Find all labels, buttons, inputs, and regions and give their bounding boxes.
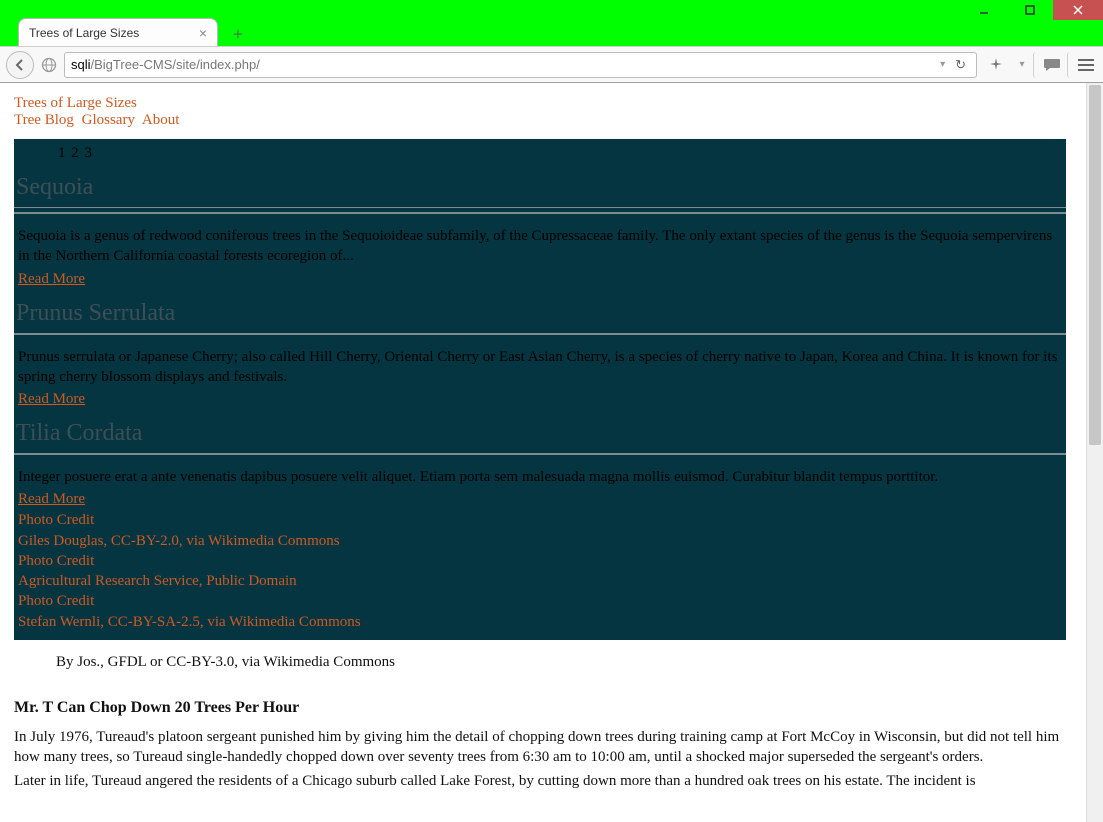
article-body: In July 1976, Tureaud's platoon sergeant… xyxy=(14,727,1066,792)
reload-button[interactable]: ↻ xyxy=(951,57,970,73)
url-right-controls: ▾ ↻ xyxy=(940,57,970,73)
url-input[interactable]: sqli/BigTree-CMS/site/index.php/ ▾ ↻ xyxy=(64,52,977,78)
minimize-button[interactable] xyxy=(961,0,1007,20)
article-title: Mr. T Can Chop Down 20 Trees Per Hour xyxy=(14,679,1066,727)
slide-desc: Integer posuere erat a ante venenatis da… xyxy=(16,463,1064,489)
tab-bar: Trees of Large Sizes × + xyxy=(18,18,250,46)
slide-desc: Sequoia is a genus of redwood coniferous… xyxy=(16,222,1064,269)
pager-3[interactable]: 3 xyxy=(85,145,93,161)
url-text: sqli/BigTree-CMS/site/index.php/ xyxy=(71,57,260,72)
read-more-link[interactable]: Read More xyxy=(16,489,87,510)
nav-tree-blog[interactable]: Tree Blog xyxy=(14,112,74,128)
read-more-link[interactable]: Read More xyxy=(16,269,87,290)
scroll-thumb[interactable] xyxy=(1089,85,1101,445)
photo-credit-link[interactable]: Giles Douglas, CC-BY-2.0, via Wikimedia … xyxy=(18,533,340,549)
slide-title: Sequoia xyxy=(14,166,1066,208)
photo-credit-link[interactable]: Stefan Wernli, CC-BY-SA-2.5, via Wikimed… xyxy=(18,614,361,630)
chevron-down-icon: ▾ xyxy=(1019,59,1024,70)
site-identity-icon[interactable] xyxy=(38,54,60,76)
slide-desc: Prunus serrulata or Japanese Cherry; als… xyxy=(16,343,1064,390)
back-button[interactable] xyxy=(6,51,34,79)
maximize-button[interactable] xyxy=(1007,0,1053,20)
hamburger-icon xyxy=(1078,59,1094,71)
globe-icon xyxy=(41,57,57,73)
page-content: Trees of Large Sizes Tree Blog Glossary … xyxy=(0,83,1086,822)
feature-slider: 1 2 3 Sequoia Sequoia is a genus of redw… xyxy=(14,139,1066,640)
photo-credit-label: Photo Credit xyxy=(16,551,1064,571)
photo-credit-label: Photo Credit xyxy=(16,510,1064,530)
sparkle-icon xyxy=(988,57,1004,73)
maximize-icon xyxy=(1025,5,1035,15)
new-tab-button[interactable]: + xyxy=(226,22,250,46)
article-paragraph: In July 1976, Tureaud's platoon sergeant… xyxy=(14,727,1066,768)
site-title-link[interactable]: Trees of Large Sizes xyxy=(14,95,137,111)
nav-about[interactable]: About xyxy=(142,112,180,128)
image-caption: By Jos., GFDL or CC-BY-3.0, via Wikimedi… xyxy=(14,640,1066,679)
main-nav: Tree Blog Glossary About xyxy=(14,112,1066,129)
minimize-icon xyxy=(979,5,989,15)
browser-tab[interactable]: Trees of Large Sizes × xyxy=(18,18,218,46)
addon-button[interactable] xyxy=(981,52,1011,78)
nav-glossary[interactable]: Glossary xyxy=(82,112,135,128)
pager-1[interactable]: 1 xyxy=(58,145,66,161)
slider-pager: 1 2 3 xyxy=(14,141,1066,166)
slide-title: Prunus Serrulata xyxy=(14,292,1066,333)
vertical-scrollbar[interactable] xyxy=(1086,83,1103,822)
article-paragraph: Later in life, Tureaud angered the resid… xyxy=(14,771,1066,791)
address-bar: sqli/BigTree-CMS/site/index.php/ ▾ ↻ ▾ xyxy=(0,46,1103,83)
chat-icon xyxy=(1043,57,1061,73)
menu-button[interactable] xyxy=(1067,52,1097,78)
photo-credit-link[interactable]: Agricultural Research Service, Public Do… xyxy=(18,573,297,589)
tab-close-icon[interactable]: × xyxy=(199,26,207,40)
url-dropdown-icon[interactable]: ▾ xyxy=(940,59,945,70)
addon-dropdown[interactable]: ▾ xyxy=(1015,52,1029,78)
pager-2[interactable]: 2 xyxy=(71,145,79,161)
read-more-link[interactable]: Read More xyxy=(16,389,87,410)
browser-tab-strip: Trees of Large Sizes × + xyxy=(0,0,1103,46)
back-arrow-icon xyxy=(13,58,27,72)
slide-title: Tilia Cordata xyxy=(14,412,1066,453)
chat-button[interactable] xyxy=(1033,52,1063,78)
photo-credit-label: Photo Credit xyxy=(16,591,1064,611)
close-window-button[interactable] xyxy=(1053,0,1103,20)
close-icon xyxy=(1073,5,1083,15)
window-controls xyxy=(961,0,1103,20)
viewport: Trees of Large Sizes Tree Blog Glossary … xyxy=(0,83,1103,822)
tab-title: Trees of Large Sizes xyxy=(29,26,139,40)
